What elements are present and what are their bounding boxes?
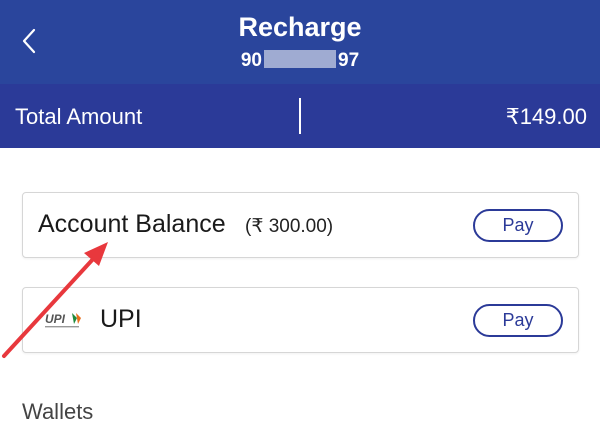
number-suffix: 97 — [338, 50, 360, 71]
pay-account-balance-button[interactable]: Pay — [473, 209, 563, 242]
total-amount-label: Total Amount — [15, 104, 143, 129]
account-balance-option[interactable]: Account Balance (₹ 300.00) Pay — [22, 192, 579, 258]
wallets-heading: Wallets — [22, 399, 94, 424]
page-title: Recharge — [238, 12, 362, 42]
upi-logo-text: UPI — [45, 312, 66, 326]
account-balance-label: Account Balance — [38, 210, 226, 238]
pay-upi-button[interactable]: Pay — [473, 304, 563, 337]
total-amount-value: ₹149.00 — [505, 104, 587, 129]
number-mask — [264, 50, 336, 68]
account-balance-amount: (₹ 300.00) — [245, 216, 334, 237]
masked-phone-number: 90 97 — [0, 50, 600, 72]
total-amount-bar: Total Amount ₹149.00 — [0, 84, 600, 148]
upi-logo-icon: UPI — [45, 312, 81, 328]
app-header: Recharge 90 97 — [0, 0, 600, 84]
number-prefix: 90 — [240, 50, 262, 71]
upi-label: UPI — [100, 305, 142, 333]
divider — [299, 98, 301, 134]
upi-option[interactable]: UPI UPI Pay — [22, 287, 579, 353]
